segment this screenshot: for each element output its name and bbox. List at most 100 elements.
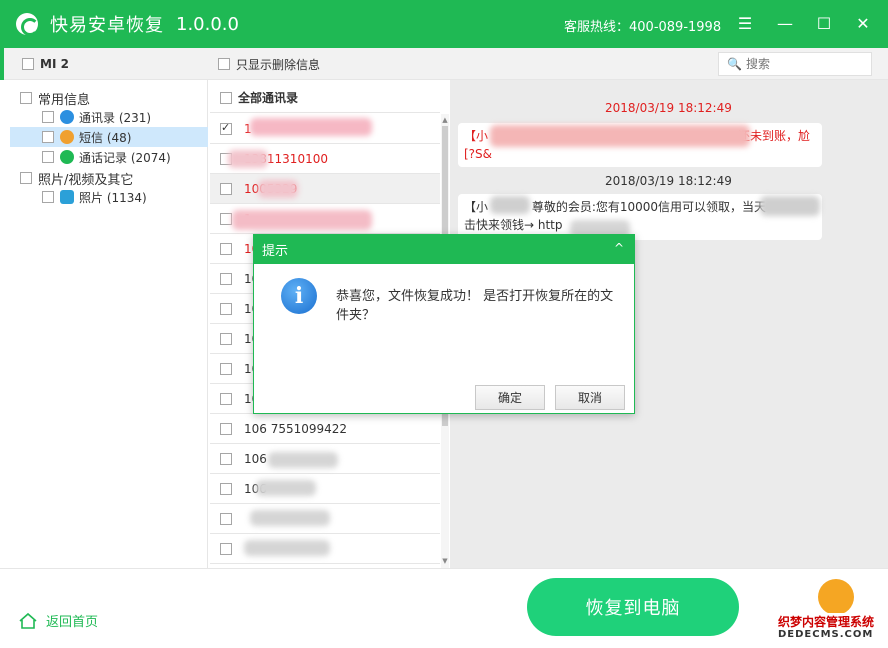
tree-checkbox[interactable] <box>42 151 54 163</box>
maximize-icon[interactable]: ☐ <box>812 12 836 36</box>
device-header[interactable]: MI 2 <box>0 48 208 80</box>
list-item-checkbox[interactable] <box>220 272 232 285</box>
list-item-checkbox[interactable] <box>220 392 232 405</box>
redacted-blur <box>268 452 338 468</box>
dialog-collapse-icon[interactable]: ^ <box>614 241 624 255</box>
hotline-text: 客服热线：400-089-1998 <box>564 20 722 35</box>
search-box[interactable]: 🔍 <box>718 52 872 76</box>
message-date: 2018/03/19 18:12:49 <box>605 174 732 188</box>
watermark-text: 织梦内容管理系统 <box>778 613 875 630</box>
tree-checkbox[interactable] <box>20 172 32 184</box>
redacted-blur <box>490 125 750 147</box>
list-header-label: 全部通讯录 <box>238 91 299 105</box>
bottom-bar: 返回首页 恢复到电脑 织梦内容管理系统 DEDECMS.COM <box>0 568 888 648</box>
sms-icon <box>60 130 74 144</box>
list-item-number: 106 7551099422 <box>244 421 348 436</box>
list-item[interactable]: 106 <box>210 474 440 504</box>
tree-group-label: 照片/视频及其它 <box>38 172 134 188</box>
minimize-icon[interactable]: — <box>773 12 797 36</box>
message-text: 【小 <box>464 200 489 214</box>
redacted-blur <box>232 210 372 230</box>
tree-checkbox[interactable] <box>42 111 54 123</box>
message-date: 2018/03/19 18:12:49 <box>605 101 732 115</box>
tree-item-label: 通话记录 (2074) <box>79 150 171 165</box>
home-label: 返回首页 <box>46 615 99 630</box>
list-item[interactable]: 1005329 <box>210 174 440 204</box>
redacted-blur <box>250 510 330 526</box>
tree-group-media[interactable]: 照片/视频及其它 <box>20 168 133 188</box>
home-icon <box>19 612 37 629</box>
contacts-icon <box>60 110 74 124</box>
app-title: 快易安卓恢复 <box>50 15 164 36</box>
header-row: MI 2 只显示删除信息 🔍 <box>0 48 888 80</box>
redacted-blur <box>244 540 330 556</box>
redacted-blur <box>760 196 820 216</box>
tree-group-common[interactable]: 常用信息 <box>20 88 90 108</box>
ok-button[interactable]: 确定 <box>475 385 545 410</box>
tree-item-label: 通讯录 (231) <box>79 110 152 125</box>
message-text: [?S& <box>464 147 493 161</box>
list-item-checkbox[interactable] <box>220 182 232 195</box>
list-item-checkbox[interactable] <box>220 362 232 375</box>
only-deleted-checkbox[interactable] <box>218 58 230 70</box>
list-item-checkbox[interactable] <box>220 542 232 555</box>
list-item-checkbox[interactable] <box>220 121 232 135</box>
message-text: 【小 <box>464 129 489 143</box>
app-logo-icon <box>16 13 39 36</box>
user-avatar[interactable] <box>818 579 854 615</box>
dialog-title-bar: 提示 ^ <box>254 235 634 264</box>
tree-checkbox[interactable] <box>20 92 32 104</box>
tree-item-label: 照片 (1134) <box>79 190 147 205</box>
tree-checkbox[interactable] <box>42 131 54 143</box>
redacted-blur <box>490 196 530 214</box>
search-icon: 🔍 <box>727 57 742 71</box>
tree-checkbox[interactable] <box>42 191 54 203</box>
scroll-up-icon[interactable]: ▲ <box>441 116 449 124</box>
tree-item-label: 短信 (48) <box>79 130 132 145</box>
list-header[interactable]: 全部通讯录 <box>210 83 440 113</box>
cancel-button[interactable]: 取消 <box>555 385 625 410</box>
redacted-blur <box>228 150 268 168</box>
search-input[interactable] <box>745 57 856 71</box>
device-label: MI 2 <box>40 57 69 71</box>
list-item-checkbox[interactable] <box>220 452 232 465</box>
list-item-checkbox[interactable] <box>220 422 232 435</box>
only-deleted-label: 只显示删除信息 <box>236 57 321 72</box>
app-version: 1.0.0.0 <box>176 13 239 35</box>
phone-icon <box>60 150 74 164</box>
tree-item-sms[interactable]: 短信 (48) <box>10 127 208 147</box>
list-item-number: 106 <box>244 451 267 466</box>
recover-to-pc-button[interactable]: 恢复到电脑 <box>527 578 739 636</box>
category-tree: 常用信息 通讯录 (231) 短信 (48) 通话记录 (2074) 照片/视频… <box>0 80 208 568</box>
redacted-blur <box>250 118 372 136</box>
list-item-checkbox[interactable] <box>220 212 232 225</box>
dialog-title: 提示 <box>262 244 289 259</box>
menu-icon[interactable]: ☰ <box>733 12 757 36</box>
list-item-checkbox[interactable] <box>220 332 232 345</box>
watermark-text: DEDECMS.COM <box>778 629 874 640</box>
list-item-checkbox[interactable] <box>220 482 232 495</box>
success-dialog: 提示 ^ i 恭喜您，文件恢复成功！ 是否打开恢复所在的文件夹？ 确定 取消 <box>253 234 635 414</box>
dialog-message: 恭喜您，文件恢复成功！ 是否打开恢复所在的文件夹？ <box>336 289 614 323</box>
tree-group-label: 常用信息 <box>38 92 91 108</box>
message-text: 击快来领钱→ http <box>464 218 563 232</box>
info-icon: i <box>281 278 317 314</box>
home-link[interactable]: 返回首页 <box>18 611 98 630</box>
redacted-blur <box>258 180 298 198</box>
list-item[interactable]: 106 7551099422 <box>210 414 440 444</box>
photo-icon <box>60 190 74 204</box>
list-item-checkbox[interactable] <box>220 242 232 255</box>
tree-item-contacts[interactable]: 通讯录 (231) <box>42 107 151 127</box>
list-item-checkbox[interactable] <box>220 302 232 315</box>
only-deleted-toggle[interactable]: 只显示删除信息 <box>218 48 320 80</box>
device-checkbox[interactable] <box>22 58 34 70</box>
tree-item-calls[interactable]: 通话记录 (2074) <box>42 147 171 167</box>
title-bar: 快易安卓恢复 1.0.0.0 客服热线：400-089-1998 ☰ — ☐ ✕ <box>0 0 888 48</box>
scroll-down-icon[interactable]: ▼ <box>441 557 449 565</box>
list-item-checkbox[interactable] <box>220 512 232 525</box>
message-text: 尊敬的会员:您有10000信用可以领取，当天 <box>531 200 767 214</box>
close-icon[interactable]: ✕ <box>851 12 875 36</box>
tree-item-photos[interactable]: 照片 (1134) <box>42 187 147 207</box>
select-all-checkbox[interactable] <box>220 91 232 104</box>
redacted-blur <box>256 480 316 496</box>
